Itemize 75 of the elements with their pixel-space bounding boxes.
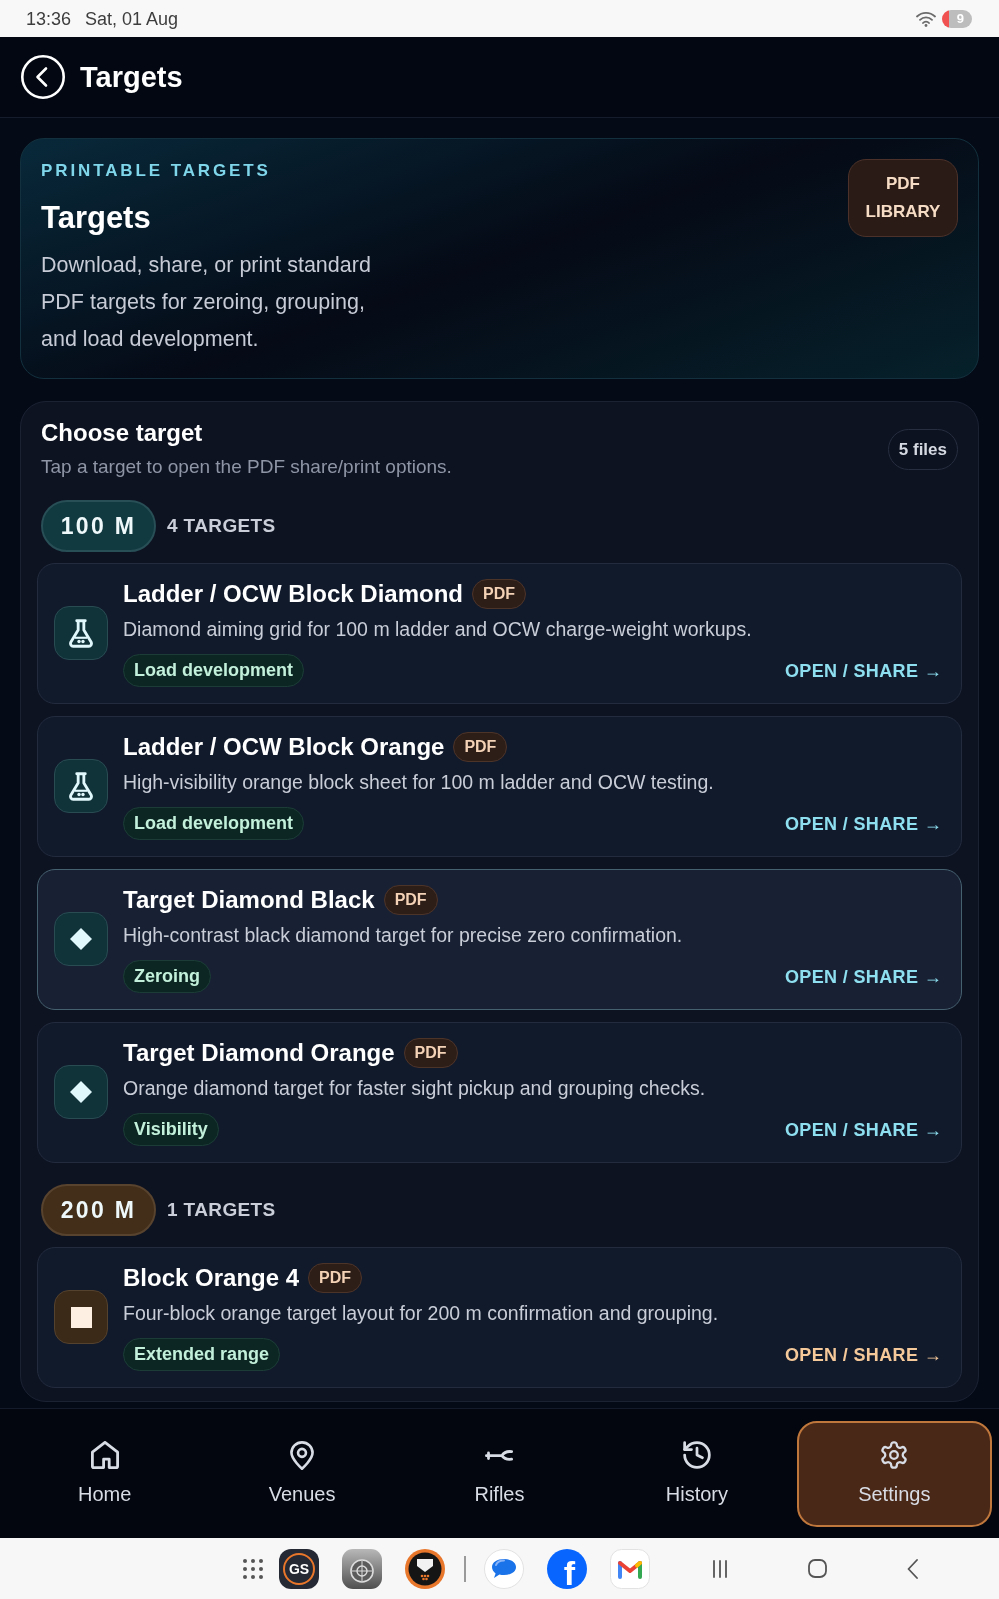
category-tag: Zeroing [123,960,211,993]
target-title: Ladder / OCW Block Orange [123,732,445,762]
section-subtitle: Tap a target to open the PDF share/print options. [41,455,452,479]
nav-label: History [665,1482,728,1506]
nav-label: Rifles [474,1482,525,1506]
nav-label: Settings [858,1482,931,1506]
shield-app-icon[interactable] [405,1548,445,1589]
mail-app-icon[interactable] [610,1548,650,1589]
category-tag: Visibility [123,1113,219,1146]
file-type-badge: PDF [308,1263,363,1293]
target-description: Diamond aiming grid for 100 m ladder and OCW charge-weight workups. [123,617,753,642]
status-time: 13:36 [26,7,72,30]
target-card[interactable]: Target Diamond Orange PDF Orange diamond target for faster sight pickup and grouping checks. Visibility OPEN / SHARE → [37,1022,962,1163]
home-button-icon[interactable] [808,1559,827,1578]
distance-badge: 200 M [41,1184,156,1236]
file-type-badge: PDF [403,1038,458,1068]
file-count-badge: 5 files [887,429,958,470]
status-date: Sat, 01 Aug [85,7,179,30]
nav-label: Home [78,1482,132,1506]
wifi-icon [916,10,936,27]
target-count: 4 TARGETS [167,514,276,538]
file-type-badge: PDF [453,732,508,762]
category-tag: Extended range [123,1338,281,1371]
open-share-link[interactable]: OPEN / SHARE → [784,811,942,836]
target-title: Target Diamond Black [123,885,375,915]
settings-icon [881,1441,908,1469]
target-description: Orange diamond target for faster sight pickup and grouping checks. [123,1076,707,1101]
open-share-link[interactable]: OPEN / SHARE → [784,964,942,989]
flask-icon [54,759,108,813]
rifle-icon [485,1449,514,1461]
target-card[interactable]: Target Diamond Black PDF High-contrast black diamond target for precise zero confirmation. Zeroing OPEN / SHARE → [37,869,962,1010]
app-drawer-icon[interactable] [243,1558,263,1579]
open-share-link[interactable]: OPEN / SHARE → [784,658,942,683]
home-icon [90,1441,119,1469]
diamond-icon [54,1065,108,1119]
nav-tab[interactable]: Home [7,1421,203,1527]
target-count: 1 TARGETS [167,1198,276,1222]
back-icon[interactable] [21,55,65,99]
nav-tab[interactable]: Venues [204,1421,400,1527]
section-title: Choose target [41,418,204,448]
file-type-badge: PDF [383,885,438,915]
open-share-link[interactable]: OPEN / SHARE → [784,1117,942,1142]
scope-app-icon[interactable] [342,1548,382,1589]
app-button[interactable]: f [547,1548,587,1589]
recent-apps-icon[interactable] [712,1559,728,1578]
target-description: High-contrast black diamond target for precise zero confirmation. [123,923,684,948]
hero-description: Download, share, or print standard PDF targets for zeroing, grouping, and load development. [41,252,372,353]
nav-tab[interactable]: Rifles [401,1421,598,1527]
target-card[interactable]: Ladder / OCW Block Orange PDF High-visibility orange block sheet for 100 m ladder and OCW testing. Load development OPEN / SHARE → [37,716,962,857]
target-title: Ladder / OCW Block Diamond [123,579,464,609]
open-share-link[interactable]: OPEN / SHARE → [784,1342,942,1367]
page-title: Targets [80,60,183,95]
nav-tab[interactable]: History [599,1421,795,1527]
target-description: Four-block orange target layout for 200 m confirmation and grouping. [123,1301,720,1326]
target-card[interactable]: Ladder / OCW Block Diamond PDF Diamond aiming grid for 100 m ladder and OCW charge-weight workups. Load development OPEN / SHARE → [37,563,962,704]
target-card[interactable]: Block Orange 4 PDF Four-block orange target layout for 200 m confirmation and grouping. Extended range OPEN / SHARE → [37,1247,962,1388]
diamond-icon [54,912,108,966]
target-title: Block Orange 4 [123,1263,300,1293]
pdf-library-button[interactable]: PDF LIBRARY [848,159,958,237]
chat-bubble-icon[interactable] [484,1548,524,1589]
target-title: Target Diamond Orange [123,1038,395,1068]
nav-tab[interactable]: Settings [796,1421,992,1527]
app-button[interactable]: GS [279,1548,319,1589]
file-type-badge: PDF [472,579,527,609]
section-eyebrow: PRINTABLE TARGETS [41,161,272,181]
target-description: High-visibility orange block sheet for 100 m ladder and OCW testing. [123,770,715,795]
hero-title: Targets [41,200,152,236]
category-tag: Load development [123,807,305,840]
map-pin-icon [290,1440,315,1470]
category-tag: Load development [123,654,305,687]
flask-icon [54,606,108,660]
distance-badge: 100 M [41,500,156,552]
battery-indicator: 9 [942,9,972,28]
history-icon [682,1441,711,1469]
nav-label: Venues [268,1482,336,1506]
